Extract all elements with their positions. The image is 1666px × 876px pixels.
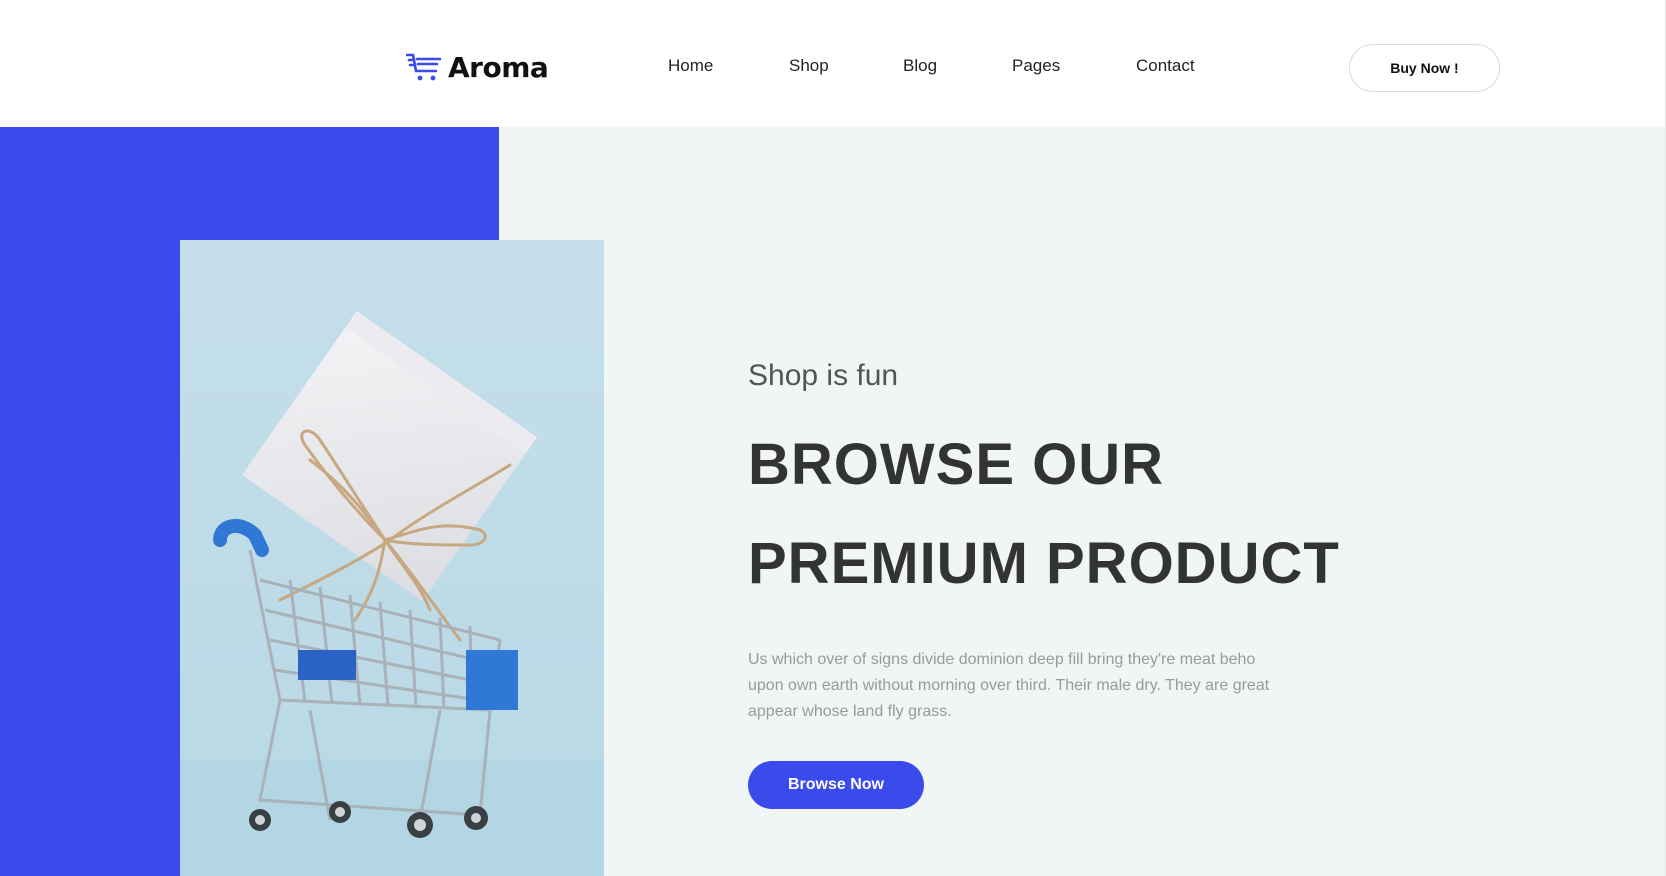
hero-section: Shop is fun BROWSE OUR PREMIUM PRODUCT U… [0,127,1665,876]
hero-content: Shop is fun BROWSE OUR PREMIUM PRODUCT U… [748,127,1548,876]
hero-subtitle: Shop is fun [748,359,899,392]
hero-image [180,240,604,876]
nav-blog[interactable]: Blog [903,56,937,76]
nav-contact[interactable]: Contact [1136,56,1195,76]
site-header: Aroma Home Shop Blog Pages Contact Buy N… [0,0,1666,127]
nav-home[interactable]: Home [668,56,713,76]
nav-pages[interactable]: Pages [1012,56,1060,76]
page: Aroma Home Shop Blog Pages Contact Buy N… [0,0,1666,876]
hero-description: Us which over of signs divide dominion d… [748,651,1270,720]
browse-now-button[interactable]: Browse Now [748,761,924,809]
buy-now-button[interactable]: Buy Now ! [1349,44,1500,92]
hero-title-line-2: PREMIUM PRODUCT [748,531,1340,596]
hero-title-line-1: BROWSE OUR [748,432,1164,497]
nav-shop[interactable]: Shop [789,56,829,76]
